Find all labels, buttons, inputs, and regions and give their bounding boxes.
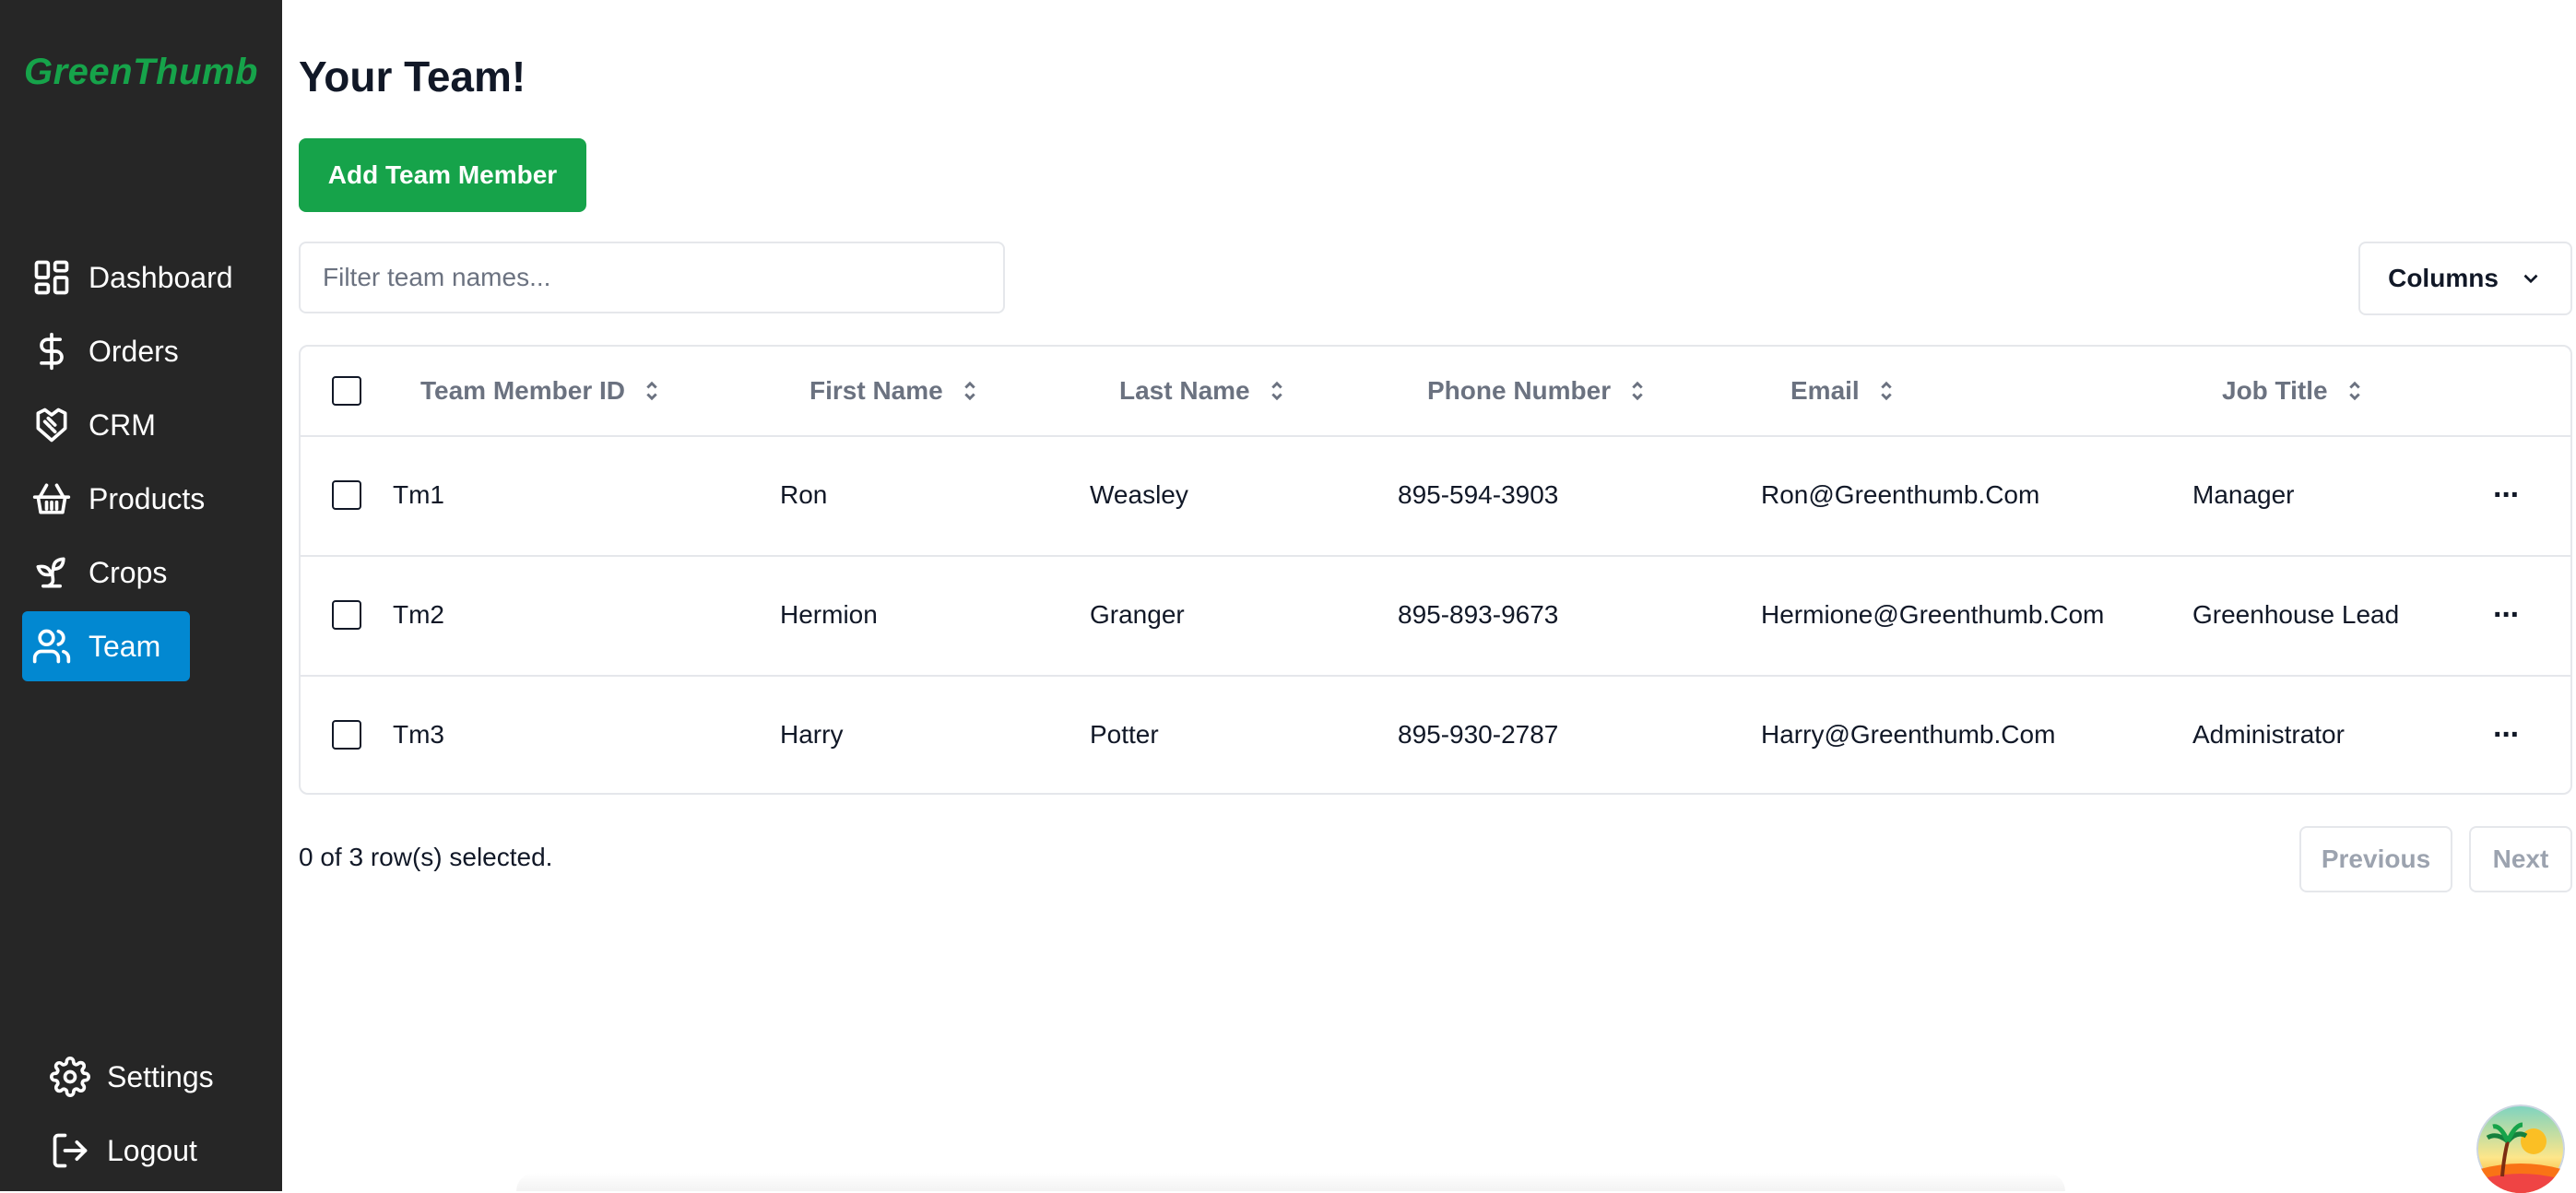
bottom-shadow bbox=[516, 1173, 2065, 1191]
table-row: Tm1 Ron Weasley 895-594-3903 Ron@Greenth… bbox=[301, 435, 2570, 557]
cell-last-name: Granger bbox=[1090, 600, 1185, 629]
logout-icon bbox=[50, 1130, 90, 1171]
row-actions-icon[interactable]: ··· bbox=[2493, 555, 2521, 675]
cell-job-title: Manager bbox=[2192, 480, 2295, 509]
columns-button[interactable]: Columns bbox=[2358, 242, 2572, 315]
header-job-title[interactable]: Job Title bbox=[2222, 347, 2365, 435]
brand-logo[interactable]: GreenThumb bbox=[24, 52, 258, 93]
row-checkbox[interactable] bbox=[332, 720, 361, 750]
table-header: Team Member ID First Name Last Name Phon… bbox=[301, 347, 2570, 437]
add-team-member-button[interactable]: Add Team Member bbox=[299, 138, 586, 212]
dashboard-icon bbox=[31, 257, 72, 298]
sidebar-item-label: Team bbox=[89, 629, 161, 663]
header-label: Job Title bbox=[2222, 376, 2328, 405]
cell-first-name: Ron bbox=[780, 480, 828, 509]
sprout-icon bbox=[31, 552, 72, 593]
sidebar-item-dashboard[interactable]: Dashboard bbox=[22, 242, 233, 313]
cell-email: Harry@Greenthumb.Com bbox=[1761, 720, 2056, 749]
filter-input[interactable] bbox=[299, 242, 1005, 313]
row-select-cell bbox=[332, 555, 361, 675]
header-label: Last Name bbox=[1119, 376, 1250, 405]
sidebar-item-label: Orders bbox=[89, 334, 179, 368]
header-phone-number[interactable]: Phone Number bbox=[1427, 347, 1648, 435]
sort-icon bbox=[646, 381, 657, 401]
sidebar-item-logout[interactable]: Logout bbox=[41, 1116, 243, 1186]
cell-first-name: Hermion bbox=[780, 600, 878, 629]
chevron-down-icon bbox=[2523, 274, 2538, 284]
cell-phone: 895-594-3903 bbox=[1398, 480, 1559, 509]
cell-job-title: Greenhouse Lead bbox=[2192, 600, 2400, 629]
sidebar-item-settings[interactable]: Settings bbox=[41, 1042, 243, 1112]
sidebar-item-label: Settings bbox=[107, 1059, 214, 1093]
sidebar-item-crops[interactable]: Crops bbox=[22, 537, 188, 608]
row-select-cell bbox=[332, 675, 361, 793]
sidebar-item-orders[interactable]: Orders bbox=[22, 316, 188, 386]
cell-job-title: Administrator bbox=[2192, 720, 2345, 749]
avatar[interactable] bbox=[2476, 1104, 2565, 1193]
sidebar-item-crm[interactable]: CRM bbox=[22, 390, 188, 460]
page-title: Your Team! bbox=[299, 53, 526, 100]
row-checkbox[interactable] bbox=[332, 480, 361, 510]
header-email[interactable]: Email bbox=[1790, 347, 1897, 435]
cell-email: Hermione@Greenthumb.Com bbox=[1761, 600, 2105, 629]
dollar-icon bbox=[31, 331, 72, 372]
sidebar-item-label: Crops bbox=[89, 555, 168, 589]
row-actions-icon[interactable]: ··· bbox=[2493, 435, 2521, 555]
cell-phone: 895-893-9673 bbox=[1398, 600, 1559, 629]
row-select-cell bbox=[332, 435, 361, 555]
sidebar-item-label: Products bbox=[89, 481, 206, 515]
header-label: Email bbox=[1790, 376, 1860, 405]
row-actions-icon[interactable]: ··· bbox=[2493, 675, 2521, 793]
gear-icon bbox=[50, 1057, 90, 1097]
sidebar-item-label: CRM bbox=[89, 408, 156, 442]
header-team-member-id[interactable]: Team Member ID bbox=[420, 347, 662, 435]
sort-icon bbox=[1632, 381, 1643, 401]
sidebar: GreenThumb Dashboard Orders CRM Products… bbox=[0, 0, 282, 1191]
team-table: Team Member ID First Name Last Name Phon… bbox=[299, 345, 2572, 795]
sidebar-item-products[interactable]: Products bbox=[22, 464, 205, 534]
header-last-name[interactable]: Last Name bbox=[1119, 347, 1287, 435]
next-button[interactable]: Next bbox=[2469, 826, 2572, 892]
users-icon bbox=[31, 626, 72, 667]
handshake-icon bbox=[31, 405, 72, 445]
sort-icon bbox=[964, 381, 975, 401]
header-label: First Name bbox=[809, 376, 943, 405]
select-all-cell bbox=[332, 347, 361, 435]
row-checkbox[interactable] bbox=[332, 600, 361, 630]
cell-email: Ron@Greenthumb.Com bbox=[1761, 480, 2040, 509]
sort-icon bbox=[1881, 381, 1892, 401]
cell-id: Tm2 bbox=[393, 600, 444, 629]
sidebar-item-team[interactable]: Team bbox=[22, 611, 190, 681]
cell-id: Tm3 bbox=[393, 720, 444, 749]
table-row: Tm2 Hermion Granger 895-893-9673 Hermion… bbox=[301, 555, 2570, 677]
cell-first-name: Harry bbox=[780, 720, 844, 749]
selection-status: 0 of 3 row(s) selected. bbox=[299, 843, 553, 871]
cell-last-name: Weasley bbox=[1090, 480, 1188, 509]
cell-id: Tm1 bbox=[393, 480, 444, 509]
sort-icon bbox=[2348, 381, 2360, 401]
sidebar-item-label: Dashboard bbox=[89, 260, 233, 294]
select-all-checkbox[interactable] bbox=[332, 376, 361, 406]
basket-icon bbox=[31, 478, 72, 519]
header-label: Team Member ID bbox=[420, 376, 625, 405]
beach-avatar-icon bbox=[2476, 1104, 2565, 1193]
sidebar-item-label: Logout bbox=[107, 1133, 197, 1167]
cell-phone: 895-930-2787 bbox=[1398, 720, 1559, 749]
main-content: Your Team! Add Team Member Columns Team … bbox=[282, 0, 2576, 1191]
columns-button-label: Columns bbox=[2388, 264, 2499, 292]
header-first-name[interactable]: First Name bbox=[809, 347, 980, 435]
header-label: Phone Number bbox=[1427, 376, 1612, 405]
previous-button[interactable]: Previous bbox=[2299, 826, 2452, 892]
cell-last-name: Potter bbox=[1090, 720, 1159, 749]
table-row: Tm3 Harry Potter 895-930-2787 Harry@Gree… bbox=[301, 675, 2570, 793]
sort-icon bbox=[1270, 381, 1282, 401]
